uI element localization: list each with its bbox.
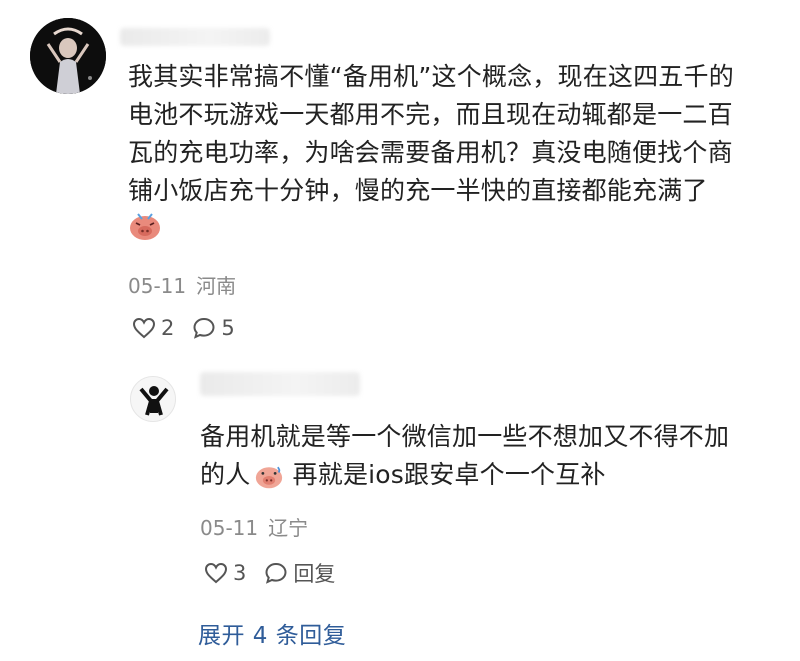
reply-date: 05-11 [200, 516, 259, 540]
reply-line-2-end: 再就是ios跟安卓个一个互补 [284, 460, 606, 489]
comment-meta: 05-11 河南 [128, 270, 236, 299]
comment-line: 电池不玩游戏一天都用不完，而且现在动辄都是一二百 [128, 100, 733, 129]
comment-line: 瓦的充电功率，为啥会需要备用机？真没电随便找个商 [128, 138, 733, 167]
comment-body: 我其实非常搞不懂“备用机”这个概念，现在这四五千的 电池不玩游戏一天都用不完，而… [128, 58, 778, 210]
commenter-avatar[interactable] [30, 18, 106, 94]
reply-meta: 05-11 辽宁 [200, 512, 308, 541]
reply-line-2: 的人 再就是ios跟安卓个一个互补 [200, 456, 780, 495]
comment-actions: 2 5 [132, 316, 253, 340]
comment-location: 河南 [196, 274, 237, 298]
reply-actions: 3 回复 [204, 558, 353, 588]
like-button[interactable]: 2 [132, 316, 174, 340]
reply-body: 备用机就是等一个微信加一些不想加又不得不加 的人 再就是ios跟安卓个一个互补 [200, 418, 780, 495]
reply-button-label: 回复 [293, 562, 336, 586]
comment-line: 我其实非常搞不懂“备用机”这个概念，现在这四五千的 [128, 62, 734, 91]
pig-emoji-icon [250, 457, 284, 495]
speech-bubble-icon [193, 317, 215, 339]
reply-location: 辽宁 [268, 516, 309, 540]
heart-icon [204, 562, 228, 584]
commenter-name-blurred[interactable] [120, 28, 270, 46]
like-count: 2 [161, 316, 175, 340]
reply-button[interactable]: 回复 [264, 558, 335, 588]
comment-button[interactable]: 5 [192, 316, 235, 340]
comment-date: 05-11 [128, 274, 187, 298]
comment-count: 5 [221, 316, 235, 340]
reply-like-count: 3 [233, 561, 247, 585]
speech-bubble-icon [265, 562, 287, 584]
heart-icon [132, 317, 156, 339]
reply-line-2-start: 的人 [200, 460, 251, 489]
reply-like-button[interactable]: 3 [204, 561, 246, 585]
replier-avatar[interactable] [130, 376, 176, 422]
replier-name-blurred[interactable] [200, 372, 360, 396]
pig-emoji-icon [128, 210, 162, 242]
reply-line-1: 备用机就是等一个微信加一些不想加又不得不加 [200, 422, 730, 451]
expand-replies-link[interactable]: 展开 4 条回复 [198, 616, 346, 650]
comment-line: 铺小饭店充十分钟，慢的充一半快的直接都能充满了 [128, 176, 708, 205]
